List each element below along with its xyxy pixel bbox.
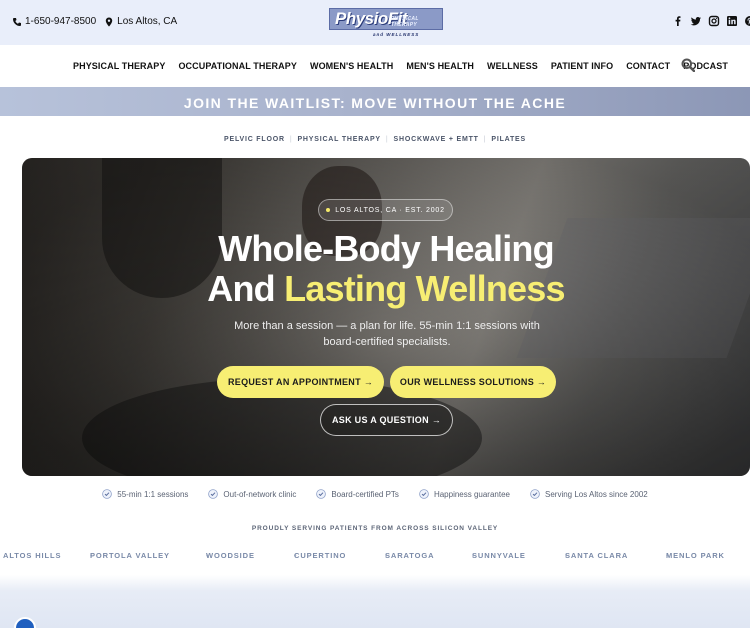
trust-item: Happiness guarantee — [419, 489, 510, 499]
nav-item-contact[interactable]: CONTACT — [626, 61, 670, 71]
request-appointment-button[interactable]: REQUEST AN APPOINTMENT → — [217, 366, 384, 398]
trust-item-label: 55-min 1:1 sessions — [117, 489, 189, 499]
category-pelvic-floor[interactable]: PELVIC FLOOR — [224, 136, 285, 143]
location-link[interactable]: Los Altos, CA — [117, 16, 177, 27]
town-name: ALTOS HILLS — [3, 551, 62, 560]
twitter-icon[interactable] — [690, 15, 702, 27]
ask-question-button[interactable]: ASK US A QUESTION → — [320, 404, 453, 436]
town-name: SANTA CLARA — [565, 551, 629, 560]
nav-item-occupational-therapy[interactable]: OCCUPATIONAL THERAPY — [178, 61, 297, 71]
category-separator: | — [289, 136, 293, 143]
category-shockwave-emtt[interactable]: SHOCKWAVE + EMTT — [394, 136, 479, 143]
category-links: PELVIC FLOOR | PHYSICAL THERAPY | SHOCKWAVE … — [0, 136, 750, 143]
trust-badges: 55-min 1:1 sessions Out-of-network clini… — [0, 489, 750, 499]
check-circle-icon — [208, 489, 219, 499]
waitlist-banner-text: JOIN THE WAITLIST: MOVE WITHOUT THE ACHE — [183, 95, 567, 111]
serving-heading: PROUDLY SERVING PATIENTS FROM ACROSS SIL… — [251, 525, 499, 532]
town-name: MENLO PARK — [666, 551, 725, 560]
social-links — [672, 15, 750, 27]
trust-item: Serving Los Altos since 2002 — [530, 489, 648, 499]
top-bar: 1-650-947-8500 Los Altos, CA PhysioFit P… — [0, 0, 750, 45]
phone-link[interactable]: 1-650-947-8500 — [25, 16, 96, 27]
trust-item: Out-of-network clinic — [208, 489, 296, 499]
hero-title-plain: And — [207, 268, 285, 309]
town-name: CUPERTINO — [294, 551, 347, 560]
main-nav: PHYSICAL THERAPY OCCUPATIONAL THERAPY WO… — [0, 45, 750, 87]
hero-title-line1: Whole-Body Healing — [218, 228, 554, 269]
check-circle-icon — [419, 489, 429, 499]
wellness-solutions-button[interactable]: OUR WELLNESS SOLUTIONS → — [390, 366, 556, 398]
town-name: SARATOGA — [385, 551, 435, 560]
nav-item-womens-health[interactable]: WOMEN'S HEALTH — [310, 61, 393, 71]
instagram-icon[interactable] — [708, 15, 720, 27]
category-pilates[interactable]: PILATES — [491, 136, 526, 143]
category-separator: | — [483, 136, 487, 143]
check-circle-icon — [530, 489, 540, 499]
map-pin-icon — [104, 17, 114, 27]
contact-info: 1-650-947-8500 Los Altos, CA — [12, 16, 177, 27]
category-separator: | — [385, 136, 389, 143]
phone-icon — [12, 17, 22, 27]
next-section — [0, 575, 750, 628]
hero-title-highlight: Lasting Wellness — [284, 268, 565, 309]
check-circle-icon — [102, 489, 113, 499]
trust-item: Board-certified PTs — [316, 489, 399, 499]
nav-item-wellness[interactable]: WELLNESS — [487, 61, 538, 71]
town-ticker: ALTOS HILLS • PORTOLA VALLEY • WOODSIDE • C… — [0, 551, 750, 563]
logo-sub-text: and WELLNESS — [373, 32, 420, 37]
nav-menu: PHYSICAL THERAPY OCCUPATIONAL THERAPY WO… — [73, 61, 741, 71]
hero-title-line2: And Lasting Wellness — [0, 268, 750, 310]
town-name: SUNNYVALE — [472, 551, 526, 560]
facebook-icon[interactable] — [672, 15, 684, 27]
hero-location-text: LOS ALTOS, CA · EST. 2002 — [335, 206, 445, 214]
hero-location-pill: LOS ALTOS, CA · EST. 2002 — [318, 199, 453, 221]
pill-dot-icon — [326, 208, 331, 212]
trust-item-label: Happiness guarantee — [433, 489, 510, 499]
trust-item-label: Out-of-network clinic — [223, 489, 297, 499]
search-icon[interactable] — [681, 58, 696, 73]
town-name: PORTOLA VALLEY — [90, 551, 170, 560]
nav-item-mens-health[interactable]: MEN'S HEALTH — [406, 61, 474, 71]
nav-item-physical-therapy[interactable]: PHYSICAL THERAPY — [73, 61, 165, 71]
category-physical-therapy[interactable]: PHYSICAL THERAPY — [297, 136, 380, 143]
check-circle-icon — [316, 489, 327, 499]
town-name: WOODSIDE — [206, 551, 255, 560]
physiofit-logo[interactable]: PhysioFit PHYSICAL THERAPY and WELLNESS — [329, 8, 443, 38]
trust-item-label: Serving Los Altos since 2002 — [545, 489, 648, 499]
linkedin-icon[interactable] — [726, 15, 738, 27]
trust-item: 55-min 1:1 sessions — [102, 489, 188, 499]
trust-item-label: Board-certified PTs — [331, 489, 399, 499]
pinterest-icon[interactable] — [744, 15, 750, 27]
logo-tag-text: PHYSICAL THERAPY — [391, 16, 419, 28]
hero-description: More than a session — a plan for life. 5… — [234, 320, 540, 348]
nav-item-patient-info[interactable]: PATIENT INFO — [551, 61, 613, 71]
waitlist-banner[interactable]: JOIN THE WAITLIST: MOVE WITHOUT THE ACHE — [0, 87, 750, 116]
